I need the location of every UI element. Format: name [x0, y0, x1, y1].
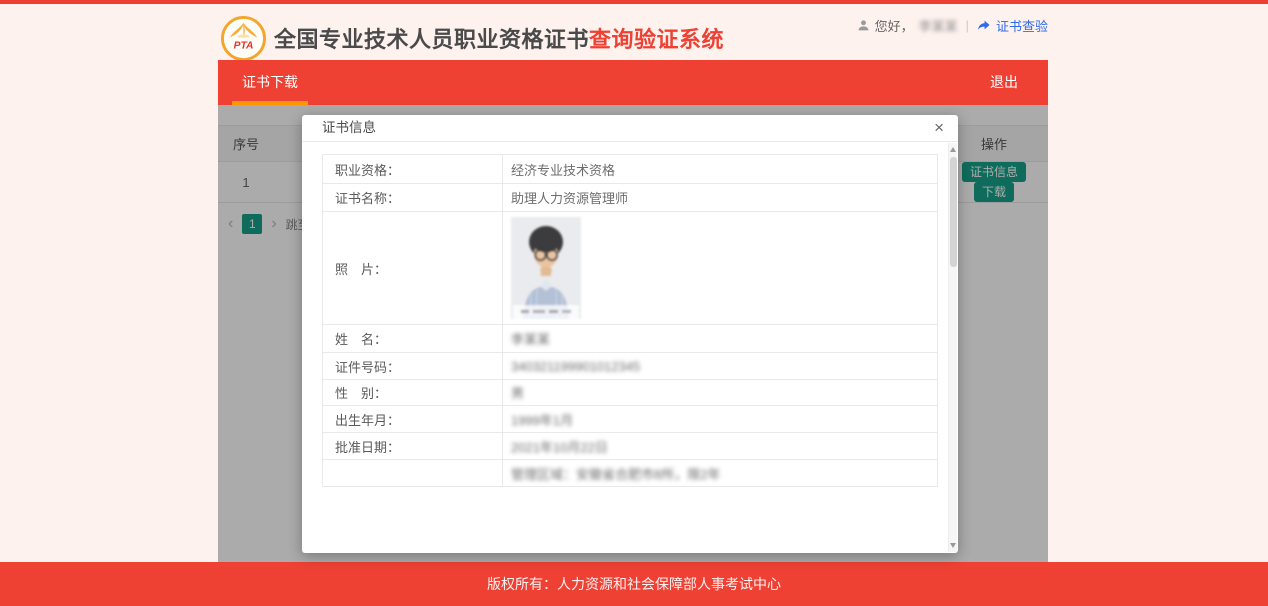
- nav-bar: 证书下载 退出: [218, 60, 1048, 105]
- top-accent-bar: [0, 0, 1268, 4]
- info-label: 职业资格：: [323, 155, 503, 184]
- page-title: 全国专业技术人员职业资格证书查询验证系统: [274, 22, 724, 54]
- greeting-text: 您好，: [875, 16, 914, 35]
- info-row: 职业资格： 经济专业技术资格: [323, 155, 938, 184]
- scrollbar-thumb[interactable]: [950, 157, 957, 267]
- cert-check-link[interactable]: 证书查验: [996, 16, 1048, 35]
- page-title-main: 全国专业技术人员职业资格证书: [274, 27, 589, 52]
- portrait-photo: [511, 217, 581, 319]
- info-row: 管理区域：安徽省合肥市8所，限2年: [323, 460, 938, 487]
- info-label: 出生年月：: [323, 406, 503, 433]
- logout-button[interactable]: 退出: [990, 60, 1018, 105]
- info-label: 证书名称：: [323, 184, 503, 212]
- info-value: 助理人力资源管理师: [503, 184, 938, 212]
- username: 李某某: [919, 16, 958, 35]
- info-value-blurred: 李某某: [503, 325, 938, 353]
- brand-header: PTA 全国专业技术人员职业资格证书查询验证系统: [221, 15, 724, 61]
- pta-logo-icon: PTA: [221, 16, 266, 61]
- user-bar: 您好， 李某某 | 证书查验: [857, 16, 1048, 34]
- info-value-blurred: 管理区域：安徽省合肥市8所，限2年: [503, 460, 938, 487]
- info-row: 证书名称： 助理人力资源管理师: [323, 184, 938, 212]
- tab-cert-download-label: 证书下载: [242, 74, 298, 90]
- modal-title: 证书信息: [322, 115, 376, 141]
- info-value-blurred: 2021年10月22日: [503, 433, 938, 460]
- info-value-photo: [503, 212, 938, 325]
- share-arrow-icon: [977, 18, 991, 32]
- info-label: 姓 名：: [323, 325, 503, 353]
- info-row-photo: 照 片：: [323, 212, 938, 325]
- info-row: 证件号码： 340321199901012345: [323, 353, 938, 380]
- tab-cert-download[interactable]: 证书下载: [232, 60, 308, 105]
- user-bar-separator: |: [966, 18, 969, 33]
- info-label: 照 片：: [323, 212, 503, 325]
- info-value: 经济专业技术资格: [503, 155, 938, 184]
- info-row: 姓 名： 李某某: [323, 325, 938, 353]
- info-row: 性 别： 男: [323, 380, 938, 406]
- footer-bar: 版权所有：人力资源和社会保障部人事考试中心: [0, 562, 1268, 606]
- info-row: 批准日期： 2021年10月22日: [323, 433, 938, 460]
- info-label: 性 别：: [323, 380, 503, 406]
- modal-scrollbar-track[interactable]: [948, 143, 957, 552]
- modal-close-button[interactable]: ×: [934, 118, 944, 138]
- info-value-blurred: 340321199901012345: [503, 353, 938, 380]
- info-label: 证件号码：: [323, 353, 503, 380]
- scroll-up-button[interactable]: [950, 147, 956, 152]
- copyright-text: 版权所有：人力资源和社会保障部人事考试中心: [487, 576, 781, 592]
- info-row: 出生年月： 1999年1月: [323, 406, 938, 433]
- user-icon: [857, 19, 870, 32]
- info-label: 批准日期：: [323, 433, 503, 460]
- scroll-down-button[interactable]: [950, 543, 956, 548]
- cert-info-dialog: 证书信息 × 职业资格： 经济专业技术资格 证书名称： 助理人力资源管理师 照 …: [302, 115, 958, 553]
- info-label: [323, 460, 503, 487]
- page-title-accent: 查询验证系统: [589, 27, 724, 52]
- info-value-blurred: 男: [503, 380, 938, 406]
- svg-text:PTA: PTA: [234, 40, 254, 51]
- modal-header: 证书信息 ×: [302, 115, 958, 142]
- cert-info-table: 职业资格： 经济专业技术资格 证书名称： 助理人力资源管理师 照 片：: [322, 154, 938, 487]
- page: PTA 全国专业技术人员职业资格证书查询验证系统 您好， 李某某 | 证书查验 …: [0, 0, 1268, 606]
- info-value-blurred: 1999年1月: [503, 406, 938, 433]
